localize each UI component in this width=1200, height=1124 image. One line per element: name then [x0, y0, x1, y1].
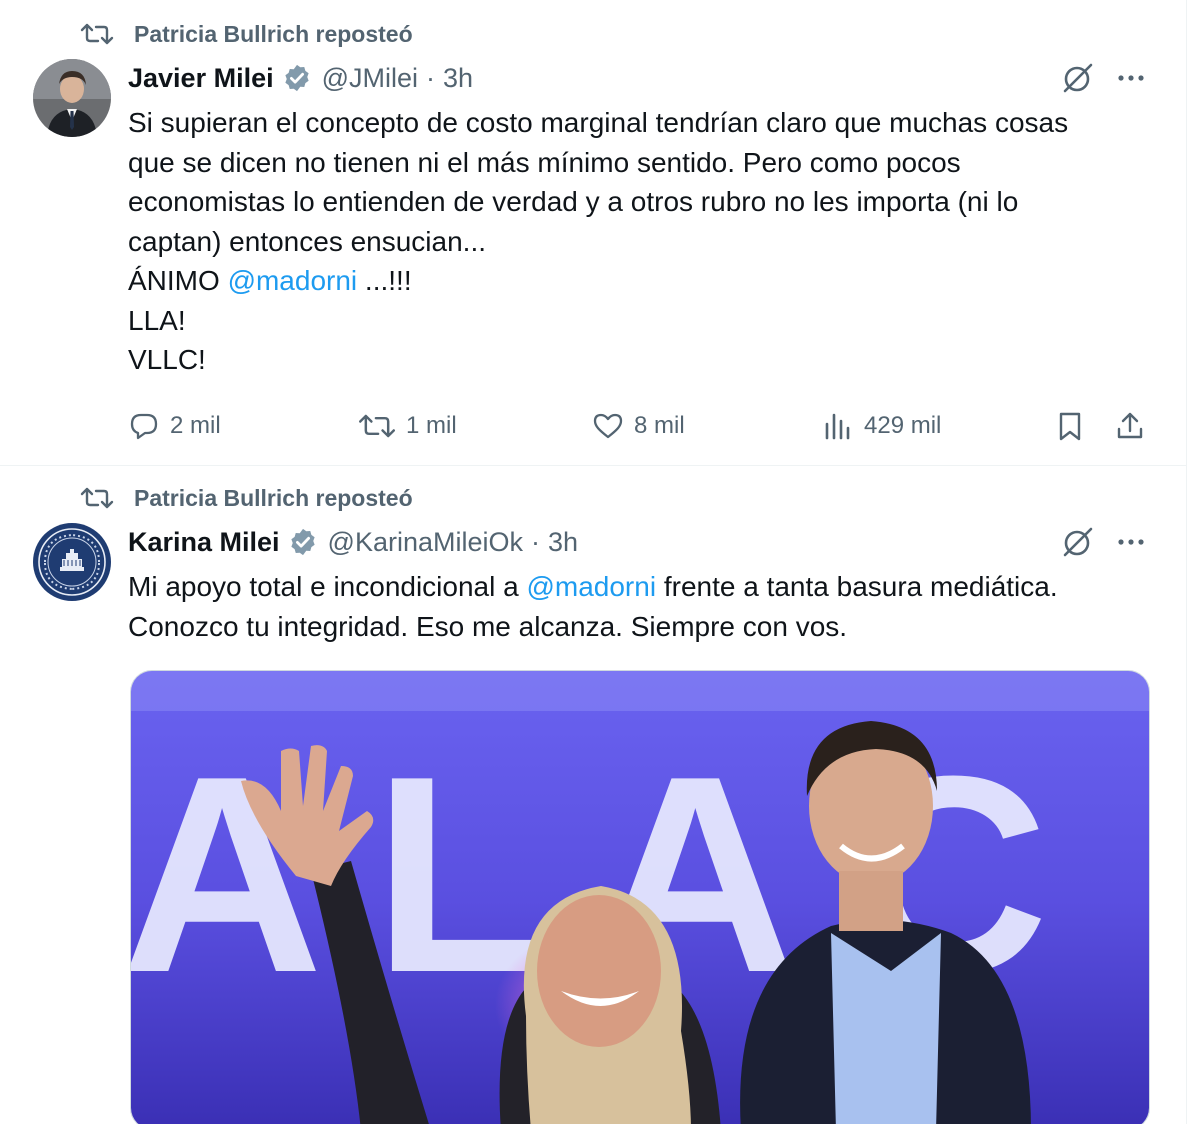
avatar-karina-milei[interactable]	[33, 523, 111, 601]
like-icon	[593, 413, 623, 439]
views-icon	[825, 413, 850, 440]
repost-label[interactable]: Patricia Bullrich reposteó	[134, 21, 413, 48]
tweet-media-photo[interactable]: ALAC	[130, 670, 1150, 1124]
grok-icon[interactable]	[1060, 524, 1096, 560]
repost-indicator: Patricia Bullrich reposteó	[80, 19, 413, 49]
repost-button[interactable]: 1 mil	[358, 404, 457, 448]
column-border	[1186, 0, 1187, 1124]
avatar-javier-milei[interactable]	[33, 59, 111, 137]
views-count: 429 mil	[864, 412, 942, 439]
tweet-karina-milei[interactable]: Patricia Bullrich reposteó Karina Milei …	[0, 467, 1186, 1124]
verified-icon	[290, 528, 315, 556]
text-suffix: frente a tanta basura mediática.	[656, 571, 1058, 602]
reply-icon	[130, 413, 158, 440]
tweet-javier-milei[interactable]: Patricia Bullrich reposteó Javier Milei …	[0, 0, 1186, 466]
repost-label[interactable]: Patricia Bullrich reposteó	[134, 485, 413, 512]
reply-button[interactable]: 2 mil	[128, 404, 221, 448]
repost-icon	[80, 487, 114, 509]
tweet-time[interactable]: 3h	[443, 63, 473, 94]
tweet-actions: 2 mil 1 mil 8 mil 429 mil	[0, 404, 1186, 448]
repost-count: 1 mil	[406, 412, 457, 439]
tweet-header: Karina Milei @KarinaMileiOk · 3h	[128, 522, 578, 562]
views-button[interactable]: 429 mil	[822, 404, 941, 448]
like-count: 8 mil	[634, 412, 685, 439]
text-prefix: Mi apoyo total e incondicional a	[128, 571, 527, 602]
tweet-text-line: captan) entonces ensucian...	[128, 225, 487, 257]
tweet-time[interactable]: 3h	[548, 527, 578, 558]
tweet-text: Mi apoyo total e incondicional a @madorn…	[128, 567, 1058, 647]
repost-icon	[359, 414, 395, 438]
tweet-text: Si supieran el concepto de costo margina…	[128, 103, 1068, 380]
author-name[interactable]: Karina Milei	[128, 527, 280, 558]
separator-dot: ·	[426, 62, 436, 93]
repost-icon	[80, 23, 114, 45]
author-handle[interactable]: @JMilei	[322, 63, 418, 94]
tweet-text-line: VLLC!	[128, 344, 206, 375]
animo-prefix: ÁNIMO	[128, 265, 228, 296]
more-icon[interactable]	[1115, 61, 1149, 95]
reply-count: 2 mil	[170, 412, 221, 439]
bookmark-button[interactable]	[1054, 404, 1086, 448]
bookmark-icon	[1059, 412, 1081, 441]
grok-icon[interactable]	[1060, 60, 1096, 96]
author-name[interactable]: Javier Milei	[128, 63, 274, 94]
author-handle[interactable]: @KarinaMileiOk	[328, 527, 523, 558]
animo-suffix: ...!!!	[357, 265, 412, 296]
repost-indicator: Patricia Bullrich reposteó	[80, 483, 413, 513]
share-button[interactable]	[1114, 404, 1146, 448]
mention-link[interactable]: @madorni	[526, 571, 656, 602]
tweet-text-line: Conozco tu integridad. Eso me alcanza. S…	[128, 611, 848, 642]
tweet-text-line: economistas lo entienden de verdad y a o…	[128, 186, 1019, 217]
verified-icon	[284, 64, 309, 92]
tweet-text-line: que se dicen no tienen ni el más mínimo …	[128, 146, 961, 178]
tweet-text-line: Si supieran el concepto de costo margina…	[128, 107, 1069, 138]
photo-image: ALAC	[131, 671, 1149, 1124]
tweet-text-line: LLA!	[128, 304, 186, 336]
separator-dot: ·	[531, 526, 541, 557]
tweet-header: Javier Milei @JMilei · 3h	[128, 58, 473, 98]
like-button[interactable]: 8 mil	[592, 404, 685, 448]
tweet-text-line: Mi apoyo total e incondicional a @madorn…	[128, 567, 1058, 607]
tweet-text-animo: ÁNIMO @madorni ...!!!	[128, 261, 1068, 301]
mention-link[interactable]: @madorni	[228, 265, 358, 296]
more-icon[interactable]	[1115, 525, 1149, 559]
share-icon	[1117, 412, 1143, 439]
